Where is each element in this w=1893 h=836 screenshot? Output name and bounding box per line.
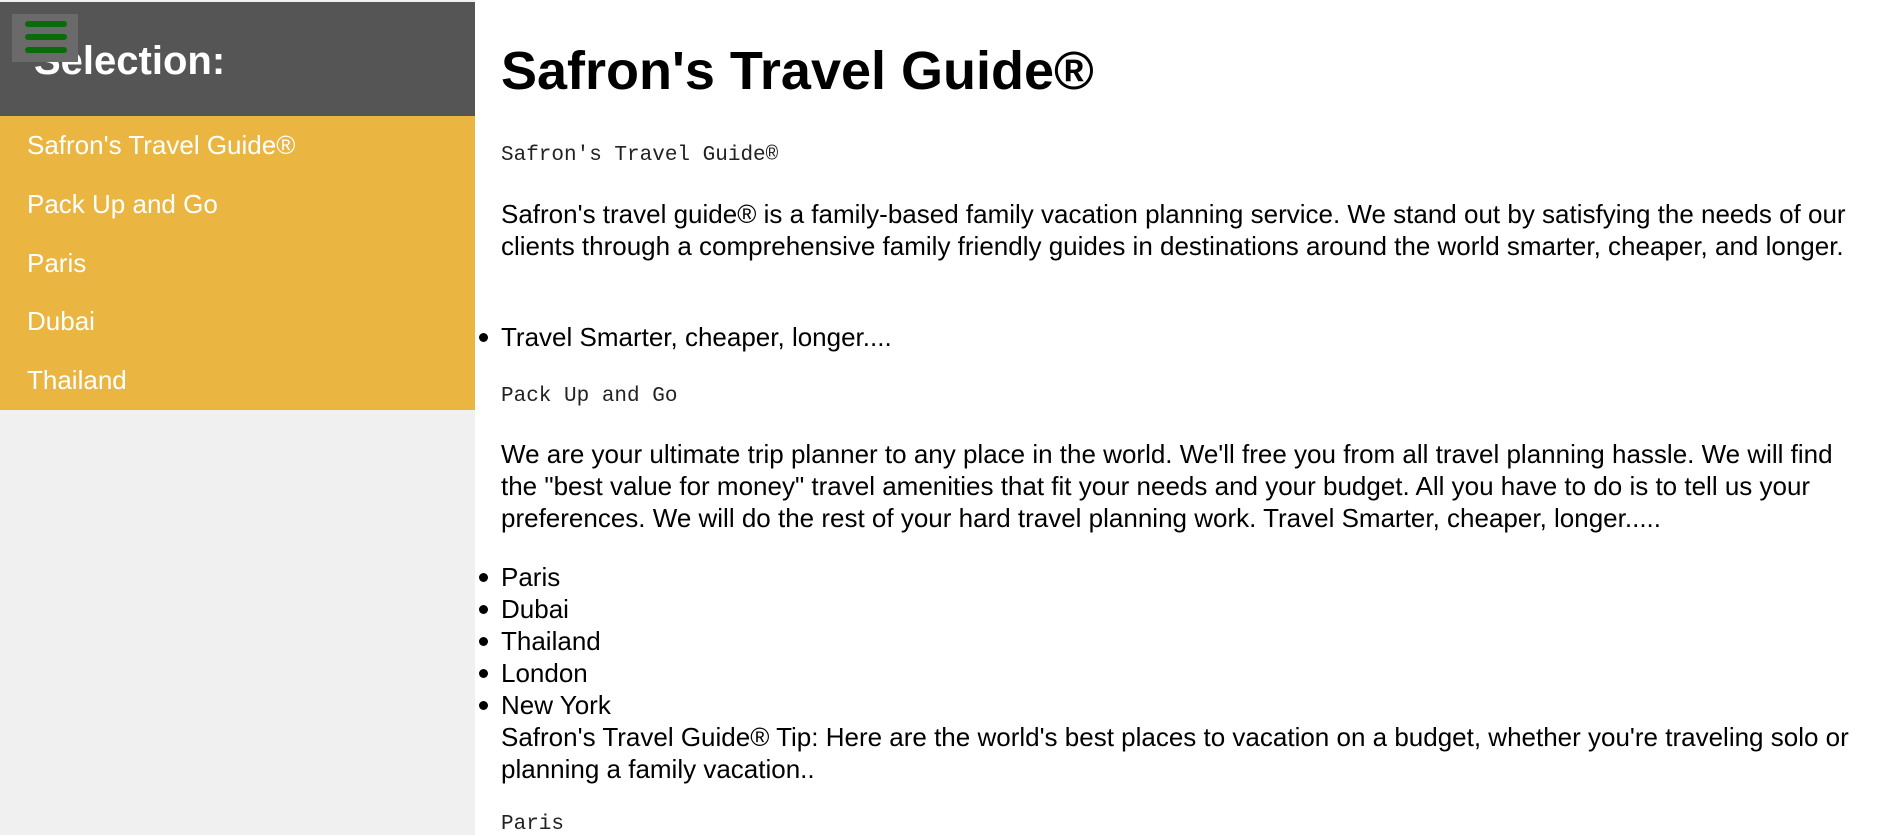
sidebar-item-safrons-travel-guide[interactable]: Safron's Travel Guide® [0, 116, 475, 175]
pack-up-paragraph: We are your ultimate trip planner to any… [501, 439, 1833, 533]
section-heading-pack-up-and-go: Pack Up and Go [501, 385, 678, 408]
destinations-list: Paris Dubai Thailand London New York [479, 561, 611, 721]
list-item: New York [479, 690, 611, 720]
list-item: Dubai [479, 593, 611, 625]
sidebar-item-pack-up-and-go[interactable]: Pack Up and Go [0, 175, 475, 234]
tip-paragraph: Safron's Travel Guide® Tip: Here are the… [501, 722, 1849, 784]
list-item: London [479, 657, 611, 689]
hamburger-bar [25, 21, 67, 27]
sidebar: Selection: Safron's Travel Guide® Pack U… [0, 0, 475, 835]
intro-paragraph: Safron's travel guide® is a family-based… [501, 199, 1846, 261]
page-title: Safron's Travel Guide® [501, 41, 1094, 101]
list-item: Thailand [479, 625, 611, 657]
sidebar-item-thailand[interactable]: Thailand [0, 351, 475, 410]
hamburger-bar [25, 34, 67, 40]
slogan-list: Travel Smarter, cheaper, longer.... [479, 321, 892, 353]
section-heading-paris: Paris [501, 813, 565, 836]
sidebar-menu: Safron's Travel Guide® Pack Up and Go Pa… [0, 116, 475, 410]
sidebar-header: Selection: [0, 2, 475, 116]
list-item: Travel Smarter, cheaper, longer.... [479, 322, 892, 352]
sidebar-item-paris[interactable]: Paris [0, 234, 475, 293]
section-heading-safrons-travel-guide: Safron's Travel Guide® [501, 144, 779, 167]
list-item: Paris [479, 561, 611, 593]
sidebar-item-dubai[interactable]: Dubai [0, 292, 475, 351]
hamburger-bar [25, 47, 67, 53]
hamburger-menu-icon[interactable] [12, 14, 78, 62]
